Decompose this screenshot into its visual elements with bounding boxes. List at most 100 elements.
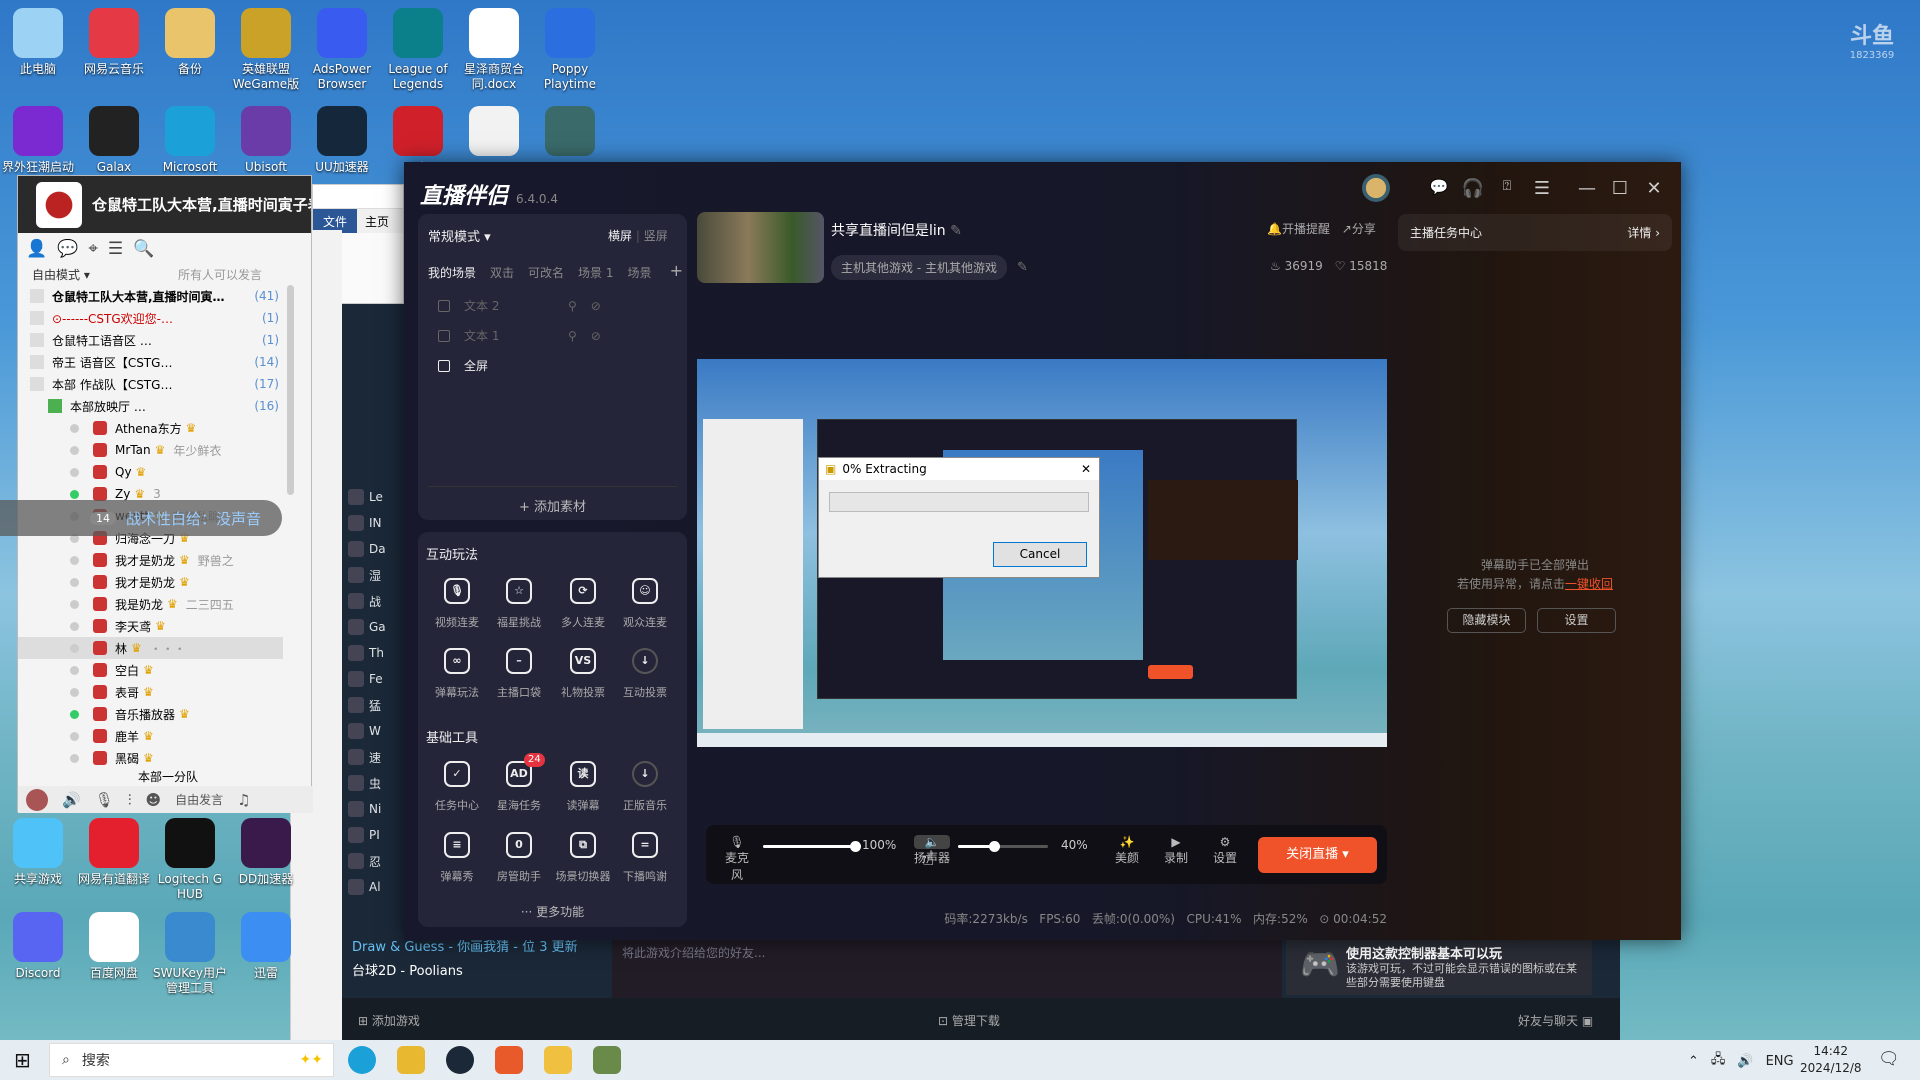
desktop-icon[interactable]: AdsPower Browser (304, 8, 380, 92)
steam-game-item[interactable]: 战 (342, 588, 404, 614)
user-row[interactable]: Qy ♛ (18, 461, 283, 483)
category-chip[interactable]: 主机其他游戏 - 主机其他游戏 (831, 255, 1007, 280)
add-game-button[interactable]: ⊞ 添加游戏 (358, 1012, 420, 1029)
user-row[interactable]: 我是奶龙 ♛ 二三四五 (18, 593, 283, 615)
steam-game-item[interactable]: IN (342, 510, 404, 536)
desktop-icon[interactable]: Galax (76, 106, 152, 175)
steam-game-item[interactable]: Th (342, 640, 404, 666)
desktop-icon[interactable]: 百度网盘 (76, 912, 152, 981)
stream-preview[interactable]: ▣ 0% Extracting ✕ Cancel (697, 359, 1387, 747)
user-row[interactable]: 鹿羊 ♛ (18, 725, 283, 747)
more-features-button[interactable]: ··· 更多功能 (418, 903, 687, 920)
expand-icon[interactable] (30, 311, 44, 325)
mic-icon[interactable]: 🎙 (95, 791, 114, 809)
desktop-icon[interactable]: League of Legends (380, 8, 456, 92)
settings-button[interactable]: ⚙ 设置 (1209, 835, 1241, 866)
dialog-close-icon[interactable]: ✕ (1081, 462, 1091, 476)
desktop-icon[interactable]: Ubisoft (228, 106, 304, 175)
desktop-icon[interactable]: 共享游戏 (0, 818, 76, 887)
tool-multi-mic[interactable]: ⟳ 多人连麦 (552, 578, 614, 630)
portrait-toggle[interactable]: 竖屏 (644, 229, 668, 243)
maximize-button[interactable]: ☐ (1608, 178, 1632, 199)
volume-icon[interactable]: 🔊 (1737, 1054, 1753, 1069)
minimize-button[interactable]: — (1575, 178, 1599, 199)
steam-game-item[interactable]: 猛 (342, 692, 404, 718)
help-icon[interactable]: ⍰ (1495, 178, 1519, 194)
steam-game-item[interactable]: Al (342, 874, 404, 900)
desktop-icon[interactable]: DD加速器 (228, 818, 304, 887)
tool-house[interactable]: 0 房管助手 (488, 832, 550, 884)
danmaku-settings-button[interactable]: 设置 (1537, 608, 1616, 633)
stream-thumbnail[interactable] (697, 212, 824, 283)
clock[interactable]: 14:42 2024/12/8 (1800, 1043, 1862, 1077)
channel-row[interactable]: 帝王 语音区【CSTG… (14) (18, 351, 283, 373)
chat-icon[interactable]: 💬 (57, 239, 78, 259)
tab-scene-4[interactable]: 场景 1 (578, 264, 613, 281)
manage-downloads-button[interactable]: ⊡ 管理下载 (938, 1012, 1000, 1029)
desktop-icon[interactable]: Microsoft (152, 106, 228, 175)
search-box[interactable]: ⌕ 搜索 ✦✦ (49, 1043, 334, 1077)
user-row[interactable]: 音乐播放器 ♛ (18, 703, 283, 725)
expand-icon[interactable] (30, 377, 44, 391)
channel-row[interactable]: 仓鼠特工队大本营,直播时间寅… (41) (18, 285, 283, 307)
file-explorer-icon[interactable] (544, 1046, 572, 1074)
mode-dropdown[interactable]: 常规模式 ▾ (428, 226, 491, 245)
hide-module-button[interactable]: 隐藏模块 (1447, 608, 1526, 633)
tool-shield-star[interactable]: ☆ 福星挑战 (488, 578, 550, 630)
lock-icon[interactable] (48, 399, 62, 413)
tool-tv[interactable]: ≡ 弹幕秀 (426, 832, 488, 884)
live-remind-button[interactable]: 开播提醒 (1282, 222, 1330, 236)
close-button[interactable]: ✕ (1642, 178, 1666, 199)
tool-pocket[interactable]: – 主播口袋 (488, 648, 550, 700)
share-button[interactable]: 分享 (1352, 222, 1376, 236)
speaker-volume-slider[interactable] (958, 841, 1048, 852)
speaker-icon[interactable]: 🔊 (62, 791, 81, 809)
desktop-icon[interactable]: 星泽商贸合同.docx (456, 8, 532, 92)
tool-mic-video[interactable]: 🎙 视频连麦 (426, 578, 488, 630)
voice-scrollbar[interactable] (287, 285, 294, 495)
tool-ad[interactable]: AD 24 星海任务 (488, 753, 550, 813)
tool-thanks[interactable]: = 下播鸣谢 (614, 832, 676, 884)
desktop-icon[interactable]: 备份 (152, 8, 228, 77)
emoji-icon[interactable]: ☻ (146, 791, 162, 809)
desktop-icon[interactable]: SWUKey用户管理工具 (152, 912, 228, 996)
eye-hidden-icon[interactable]: ⊘ (591, 299, 601, 313)
tool-download[interactable]: ↓ 正版音乐 (614, 761, 676, 813)
home-tab[interactable]: 主页 (357, 209, 397, 233)
tool-audience-mic[interactable]: ☺ 观众连麦 (614, 578, 676, 630)
edge-icon[interactable] (348, 1046, 376, 1074)
steam-icon[interactable] (446, 1046, 474, 1074)
steam-game-item[interactable]: W (342, 718, 404, 744)
expand-icon[interactable] (30, 289, 44, 303)
tab-scene-2[interactable]: 双击 (490, 264, 514, 281)
details-link[interactable]: 详情 › (1627, 224, 1660, 241)
eye-hidden-icon[interactable]: ⊘ (591, 329, 601, 343)
channel-row[interactable]: 本部放映厅 … (16) (18, 395, 283, 417)
mode-dropdown[interactable]: 自由模式 ▾ (32, 266, 90, 283)
tab-my-scenes[interactable]: 我的场景 (428, 264, 476, 281)
subchannel-row[interactable]: 本部一分队 (48, 768, 288, 785)
speak-mode[interactable]: 自由发言 (175, 791, 223, 808)
user-row[interactable]: 李天鸢 ♛ (18, 615, 283, 637)
steam-game-item[interactable]: 速 (342, 744, 404, 770)
steam-game-item[interactable]: Ni (342, 796, 404, 822)
menu-icon[interactable]: ☰ (1530, 178, 1554, 199)
desktop-icon[interactable]: 网易有道翻译 (76, 818, 152, 887)
recall-link[interactable]: 一键收回 (1565, 577, 1613, 591)
landscape-toggle[interactable]: 横屏 (608, 229, 632, 243)
steam-game-item[interactable]: Le (342, 484, 404, 510)
expand-icon[interactable] (30, 355, 44, 369)
unpin-icon[interactable]: ⚲ (568, 299, 577, 313)
steam-game-item[interactable]: Fe (342, 666, 404, 692)
tool-vs[interactable]: VS 礼物投票 (552, 648, 614, 700)
music-icon[interactable]: ♫ (237, 791, 250, 809)
tool-switch[interactable]: ⧉ 场景切换器 (552, 832, 614, 884)
user-row[interactable]: 黑碣 ♛ (18, 747, 283, 769)
search-icon[interactable]: 🔍 (133, 239, 154, 259)
user-row[interactable]: Athena东方 ♛ (18, 417, 283, 439)
location-icon[interactable]: ⌖ (88, 239, 98, 259)
desktop-icon[interactable] (532, 106, 608, 160)
headset-icon[interactable]: 🎧 (1461, 178, 1485, 199)
desktop-icon[interactable]: 网易云音乐 (76, 8, 152, 77)
cancel-button[interactable]: Cancel (993, 542, 1087, 567)
